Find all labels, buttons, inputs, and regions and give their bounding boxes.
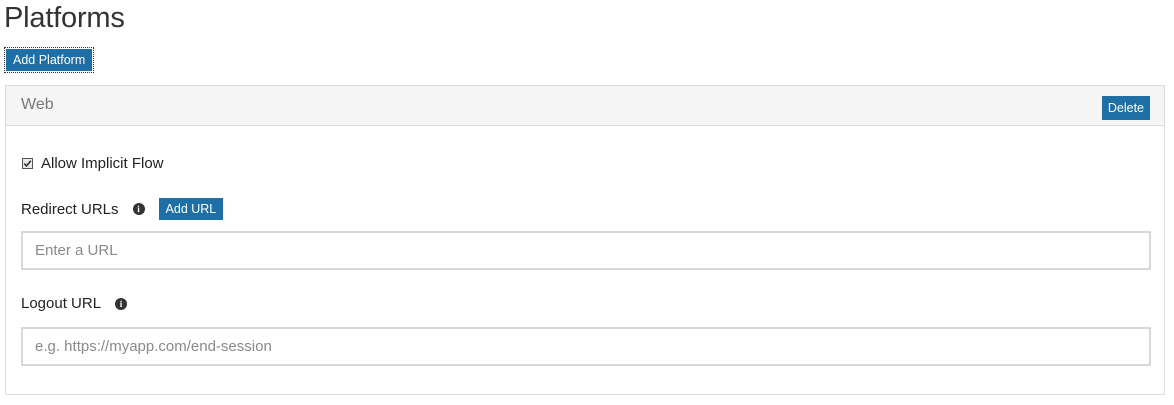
panel-header: Web Delete (6, 86, 1164, 126)
logout-url-input[interactable] (21, 327, 1151, 366)
info-icon[interactable]: i (132, 203, 145, 215)
page-title: Platforms (4, 2, 125, 34)
panel-title: Web (21, 96, 54, 113)
allow-implicit-flow-checkbox[interactable] (22, 158, 33, 169)
logout-url-label-row: Logout URL i (21, 295, 128, 312)
platforms-page: Platforms Add Platform Web Delete Allow … (0, 0, 1174, 405)
info-icon[interactable]: i (115, 297, 128, 310)
add-url-button[interactable]: Add URL (158, 198, 224, 220)
delete-button[interactable]: Delete (1101, 96, 1150, 120)
checkmark-icon (23, 160, 32, 168)
redirect-url-input[interactable] (21, 231, 1151, 270)
add-platform-button[interactable]: Add Platform (6, 49, 93, 71)
logout-url-label: Logout URL (21, 295, 102, 312)
allow-implicit-flow-row: Allow Implicit Flow (22, 155, 164, 172)
allow-implicit-flow-label[interactable]: Allow Implicit Flow (41, 155, 164, 172)
add-platform-focus-ring: Add Platform (4, 47, 95, 73)
redirect-urls-label: Redirect URLs (21, 200, 119, 218)
redirect-urls-label-row: Redirect URLs i Add URL (21, 198, 224, 220)
web-platform-panel: Web Delete Allow Implicit Flow Redirect … (5, 85, 1165, 395)
